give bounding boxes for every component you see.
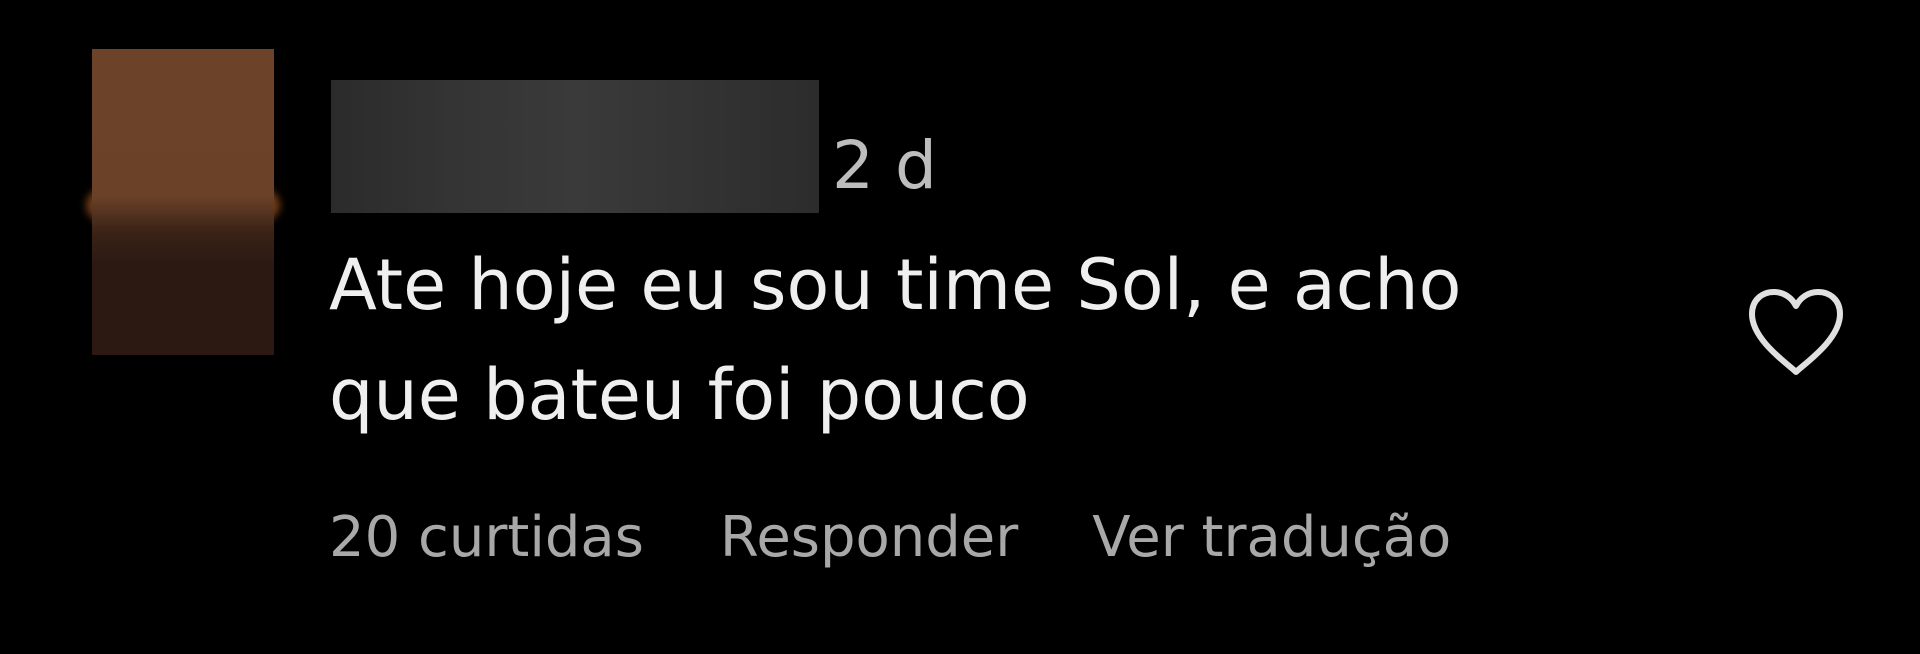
comment: 2 d Ate hoje eu sou time Sol, e acho que… <box>0 0 1920 654</box>
comment-actions: 20 curtidas Responder Ver tradução <box>329 500 1451 576</box>
see-translation-button[interactable]: Ver tradução <box>1092 500 1451 576</box>
like-button[interactable] <box>1744 284 1848 380</box>
comment-timestamp: 2 d <box>832 127 937 204</box>
likes-count[interactable]: 20 curtidas <box>329 500 644 576</box>
avatar[interactable] <box>92 49 274 355</box>
reply-button[interactable]: Responder <box>720 500 1018 576</box>
username-redacted[interactable] <box>331 80 819 213</box>
comment-text: Ate hoje eu sou time Sol, e acho que bat… <box>329 244 1462 436</box>
heart-outline-icon <box>1749 289 1843 375</box>
